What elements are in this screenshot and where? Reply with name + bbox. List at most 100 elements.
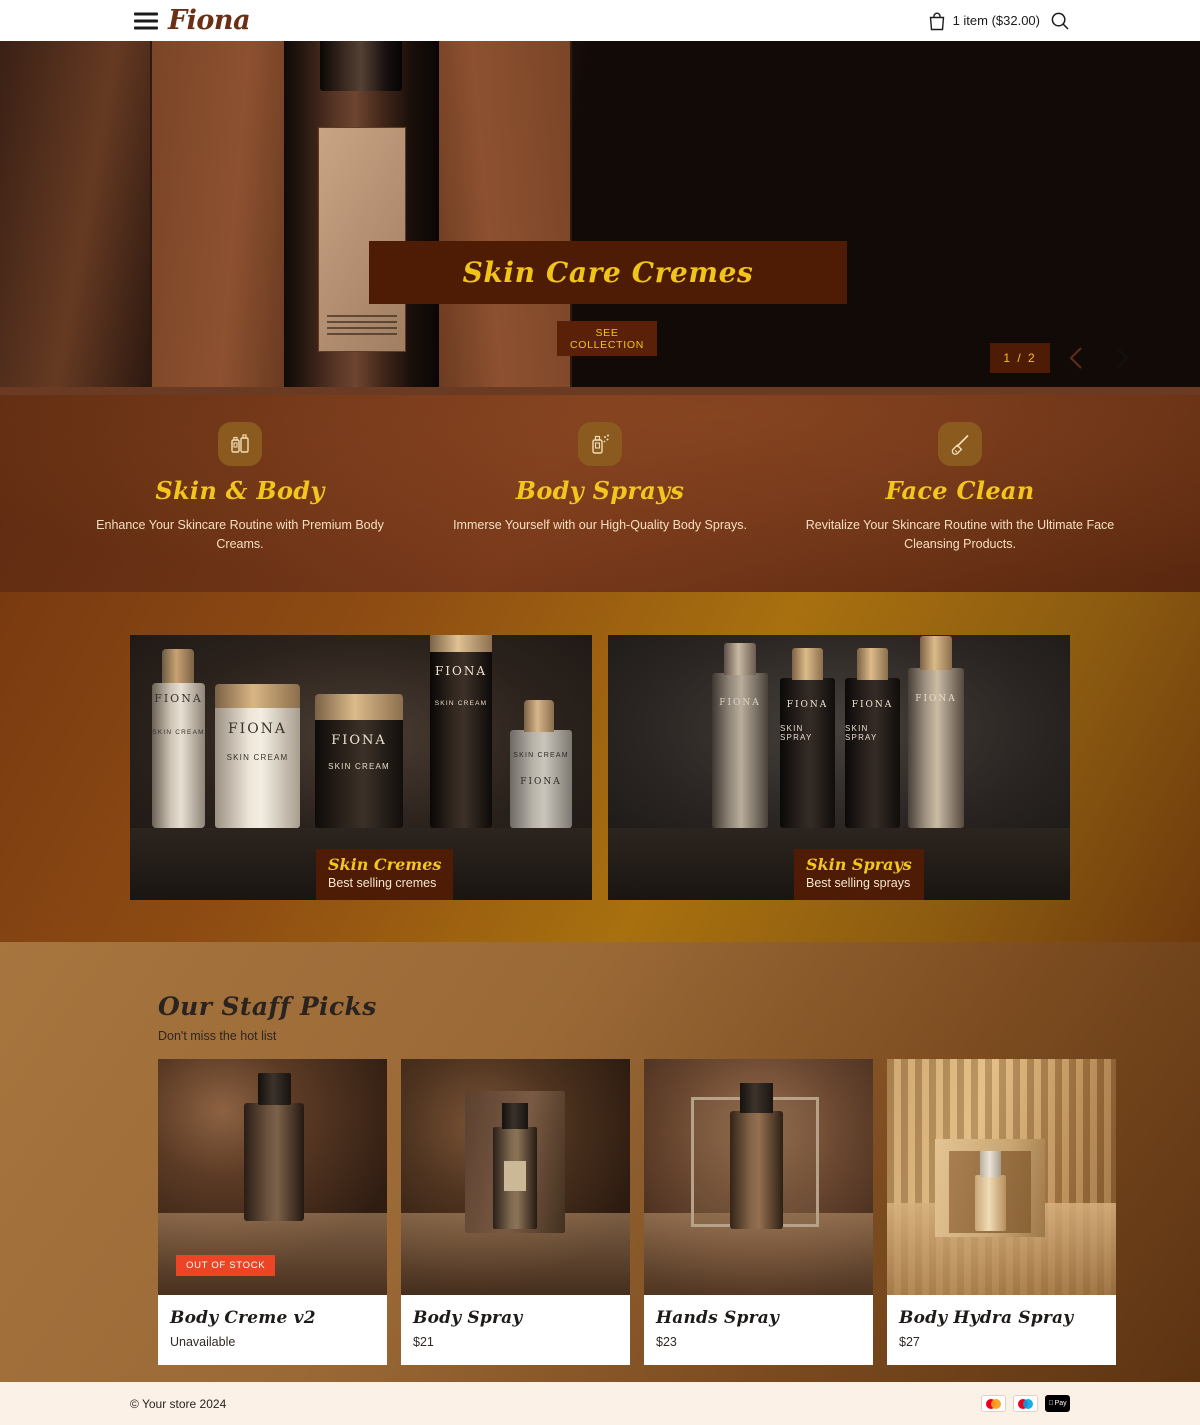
product-info: Hands Spray $23 [644,1295,873,1365]
spray-face-4: FIONA [908,668,964,828]
staff-picks-section: Our Staff Picks Don't miss the hot list … [0,942,1200,1382]
product-price: $23 [656,1335,677,1349]
product-price: $21 [413,1335,434,1349]
product-price: Unavailable [170,1335,236,1349]
mastercard-icon [981,1395,1006,1412]
site-footer: © Your store 2024 Pay [0,1382,1200,1425]
spray-product-text: SKIN SPRAY [845,723,878,742]
product-name: Hands Spray [656,1308,780,1328]
spray-face-2: FIONA SKIN SPRAY [780,678,835,828]
bottle-label [318,127,406,352]
spray-brand-text: FIONA [786,699,829,710]
spray-nozzle [792,647,823,680]
product-image: OUT OF STOCK [158,1059,387,1295]
feature-title: Body Sprays [515,476,685,505]
tall-bottle-cap [430,634,492,652]
hero-backdrop-left [0,41,150,395]
product-card[interactable]: OUT OF STOCK Body Creme v2 Unavailable [158,1059,387,1365]
collection-badge: Skin Sprays Best selling sprays [794,848,924,900]
collection-card-skin-cremes[interactable]: FIONA SKIN CREAM FIONA SKIN CREAM FIONA … [130,634,592,900]
hero-slider: Skin Care Cremes SEE COLLECTION 1 / 2 [0,41,1200,395]
jar-lid-dark [315,693,403,720]
slide-counter: 1 / 2 [990,343,1050,373]
collection-badge-title: Skin Sprays [806,854,912,874]
face-brush-icon [938,422,982,466]
spray-nozzle [920,635,952,670]
tall-brand-text: FIONA [434,664,488,679]
spray-brand-text: FIONA [719,697,761,708]
product-card[interactable]: Hands Spray $23 [644,1059,873,1365]
product-image [644,1059,873,1295]
see-collection-button[interactable]: SEE COLLECTION [557,321,657,356]
product-card[interactable]: Body Hydra Spray $27 [887,1059,1116,1365]
collection-image-cremes: FIONA SKIN CREAM FIONA SKIN CREAM FIONA … [130,634,592,900]
hamburger-bar [134,26,158,29]
spray-bottle-glass-2: FIONA [908,635,964,828]
hero-title-band: Skin Care Cremes [369,241,847,304]
product-serum-bottle: SKIN CREAM FIONA [510,699,572,828]
product-name: Body Hydra Spray [899,1308,1074,1328]
header-actions: 1 item ($32.00) [928,11,1070,31]
spray-brand-text: FIONA [915,694,957,705]
bottle-label-text-lines [327,315,397,335]
search-icon[interactable] [1050,11,1070,31]
jar-product-text: SKIN CREAM [226,752,289,762]
cart-button[interactable]: 1 item ($32.00) [928,11,1040,31]
section-title: Our Staff Picks [158,992,377,1021]
bottle-face: FIONA SKIN CREAM [152,683,205,828]
feature-title: Face Clean [885,476,1035,505]
chevron-right-icon[interactable] [1104,341,1138,375]
serum-face: SKIN CREAM FIONA [510,730,572,828]
hero-product-bottle-image [284,41,439,387]
product-grid: OUT OF STOCK Body Creme v2 Unavailable B… [158,1059,1200,1365]
site-logo[interactable]: Fiona [168,4,251,35]
feature-description: Enhance Your Skincare Routine with Premi… [96,518,384,551]
chevron-left-icon[interactable] [1060,341,1094,375]
maestro-icon [1013,1395,1038,1412]
product-bottle-cap [502,1103,528,1129]
product-image [887,1059,1116,1295]
collection-badge: Skin Cremes Best selling cremes [316,848,454,900]
product-bottle-cap [740,1083,773,1113]
product-jar-dark: FIONA SKIN CREAM [315,693,403,828]
serum-cap [524,699,554,732]
hero-backdrop-right [437,41,572,395]
collections-section: FIONA SKIN CREAM FIONA SKIN CREAM FIONA … [0,592,1200,942]
hamburger-menu-icon[interactable] [134,12,158,29]
product-bottle: FIONA SKIN CREAM [152,648,205,828]
product-card[interactable]: Body Spray $21 [401,1059,630,1365]
feature-description: Immerse Yourself with our High-Quality B… [453,518,747,532]
collection-badge-subtitle: Best selling cremes [328,875,437,890]
shopping-bag-icon [928,11,946,31]
tall-bottle-face: FIONA SKIN CREAM [430,650,492,828]
features-section: Skin & Body Enhance Your Skincare Routin… [0,395,1200,592]
hero-title: Skin Care Cremes [462,256,754,289]
feature-body-sprays[interactable]: Body Sprays Immerse Yourself with our Hi… [420,422,780,592]
product-name: Body Creme v2 [170,1308,316,1328]
feature-skin-and-body[interactable]: Skin & Body Enhance Your Skincare Routin… [60,422,420,592]
jar-lid [215,683,300,708]
product-info: Body Hydra Spray $27 [887,1295,1116,1365]
spray-face-3: FIONA SKIN SPRAY [845,678,900,828]
spray-face-1: FIONA [712,673,768,828]
collection-badge-subtitle: Best selling sprays [806,875,911,890]
product-bottle-shape [244,1103,304,1221]
bottle-brand-text: FIONA [154,692,203,706]
collection-card-skin-sprays[interactable]: FIONA FIONA SKIN SPRAY FIONA SKIN SPRAY [608,634,1070,900]
product-bottle-label [504,1161,526,1191]
product-floor [158,1213,387,1295]
feature-description: Revitalize Your Skincare Routine with th… [805,518,1115,551]
spray-brand-text: FIONA [851,699,894,710]
product-jar: FIONA SKIN CREAM [215,683,300,828]
product-info: Body Spray $21 [401,1295,630,1365]
out-of-stock-badge: OUT OF STOCK [176,1255,276,1276]
hero-backdrop-mid [150,41,285,395]
product-price: $27 [899,1335,920,1349]
feature-face-clean[interactable]: Face Clean Revitalize Your Skincare Rout… [780,422,1140,592]
payment-methods: Pay [981,1395,1070,1412]
bottle-product-text: SKIN CREAM [152,729,205,737]
lotion-bottles-icon [218,422,262,466]
jar-face: FIONA SKIN CREAM [215,706,300,828]
spray-nozzle [857,647,888,680]
spray-product-text: SKIN SPRAY [780,723,813,742]
